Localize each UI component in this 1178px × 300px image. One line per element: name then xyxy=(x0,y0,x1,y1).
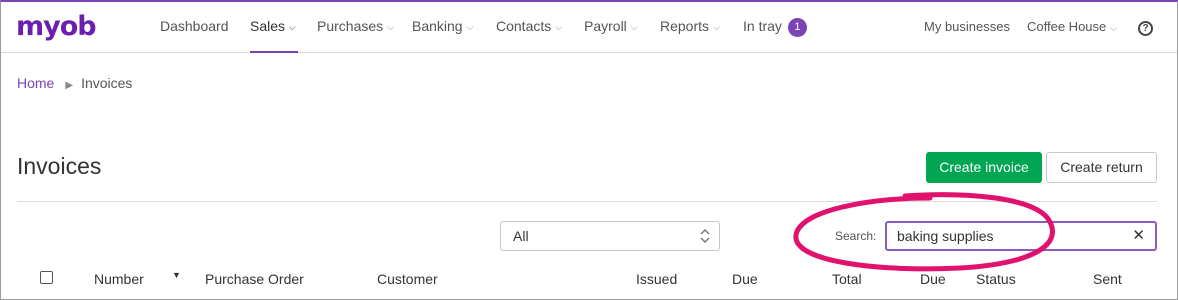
nav-in-tray[interactable]: In tray 1 xyxy=(743,2,807,53)
nav-reports-label: Reports xyxy=(660,18,710,34)
nav-contacts-label: Contacts xyxy=(496,18,552,34)
column-header-issued[interactable]: Issued xyxy=(636,271,677,287)
chevron-down-icon: ⌵ xyxy=(289,22,296,32)
nav-sales-label: Sales xyxy=(250,18,286,34)
chevron-down-icon: ⌵ xyxy=(1110,23,1118,33)
nav-in-tray-label: In tray xyxy=(743,18,782,34)
status-filter-select[interactable]: All xyxy=(500,221,720,251)
breadcrumb-home[interactable]: Home xyxy=(17,75,54,91)
help-icon[interactable]: ? xyxy=(1138,21,1153,36)
column-header-customer[interactable]: Customer xyxy=(377,271,438,287)
top-nav: myob Dashboard Sales ⌵ Purchases ⌵ Banking… xyxy=(1,2,1177,53)
business-name: Coffee House xyxy=(1027,19,1107,34)
myob-logo[interactable]: myob xyxy=(16,11,97,42)
business-switcher[interactable]: Coffee House ⌵ xyxy=(1027,2,1117,53)
breadcrumb-current: Invoices xyxy=(81,75,133,91)
nav-reports[interactable]: Reports ⌵ xyxy=(660,2,720,53)
nav-payroll[interactable]: Payroll ⌵ xyxy=(584,2,638,53)
nav-sales[interactable]: Sales ⌵ xyxy=(250,2,298,53)
nav-purchases-label: Purchases xyxy=(317,18,384,34)
column-header-sent[interactable]: Sent xyxy=(1093,271,1122,287)
search-input-value: baking supplies xyxy=(897,228,994,244)
column-header-total[interactable]: Total xyxy=(832,271,862,287)
chevron-down-icon: ⌵ xyxy=(387,22,394,32)
search-input[interactable]: baking supplies ✕ xyxy=(885,221,1157,251)
header-divider xyxy=(17,201,1157,202)
nav-contacts[interactable]: Contacts ⌵ xyxy=(496,2,562,53)
create-invoice-button[interactable]: Create invoice xyxy=(926,152,1042,183)
select-updown-icon xyxy=(700,229,710,243)
nav-purchases[interactable]: Purchases ⌵ xyxy=(317,2,394,53)
page-title: Invoices xyxy=(17,153,102,179)
select-all-checkbox[interactable] xyxy=(40,271,53,284)
chevron-down-icon: ⌵ xyxy=(555,22,563,32)
close-icon[interactable]: ✕ xyxy=(1132,223,1145,249)
chevron-down-icon: ⌵ xyxy=(713,22,720,32)
nav-banking-label: Banking xyxy=(412,18,463,34)
breadcrumb-separator-icon: ▶ xyxy=(65,80,74,91)
column-header-purchase-order[interactable]: Purchase Order xyxy=(205,271,304,287)
nav-payroll-label: Payroll xyxy=(584,18,627,34)
status-filter-value: All xyxy=(513,228,529,244)
nav-dashboard-label: Dashboard xyxy=(160,18,229,34)
sort-descending-icon[interactable]: ▼ xyxy=(172,270,181,280)
chevron-down-icon: ⌵ xyxy=(630,22,638,32)
my-businesses-link[interactable]: My businesses xyxy=(924,2,1010,53)
create-return-button[interactable]: Create return xyxy=(1046,152,1157,183)
column-header-status[interactable]: Status xyxy=(976,271,1016,287)
nav-banking[interactable]: Banking ⌵ xyxy=(412,2,473,53)
chevron-down-icon: ⌵ xyxy=(466,22,474,32)
breadcrumb: Home ▶ Invoices xyxy=(17,75,132,91)
nav-dashboard[interactable]: Dashboard xyxy=(160,2,229,53)
column-header-balance-due[interactable]: Due xyxy=(920,271,946,287)
column-header-number[interactable]: Number xyxy=(94,271,144,287)
in-tray-count-badge: 1 xyxy=(787,18,807,37)
column-header-due-date[interactable]: Due xyxy=(732,271,758,287)
search-label: Search: xyxy=(835,229,877,243)
